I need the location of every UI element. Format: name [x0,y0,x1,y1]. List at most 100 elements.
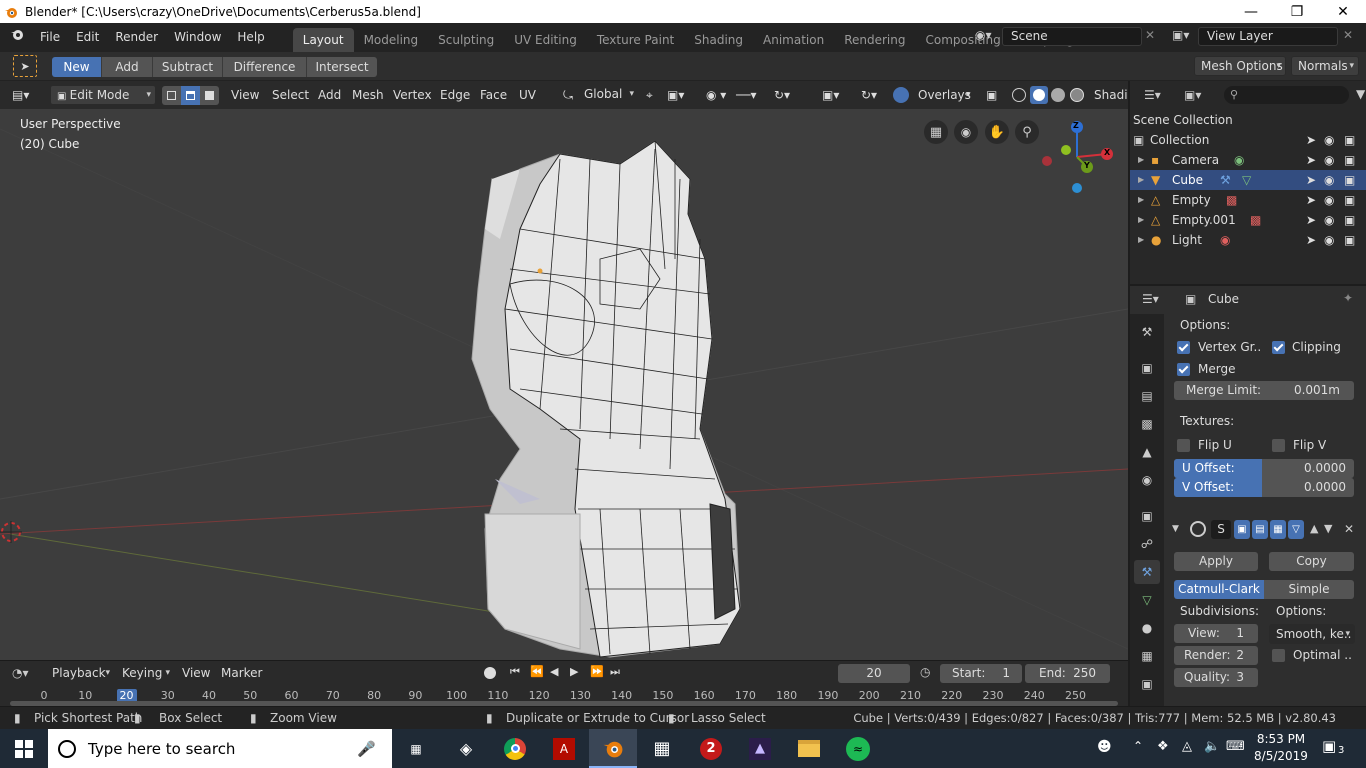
output-tab-icon[interactable]: ▤ [1134,384,1160,408]
expand-arrow-icon[interactable]: ▶ [1138,150,1144,170]
collection-render-icon[interactable]: ▣ [1344,130,1355,150]
transform-orientation-icon[interactable]: ⤿ [563,85,573,105]
keyboard-tray-icon[interactable]: ⌨ [1226,739,1245,754]
texture-tab-icon[interactable]: ▦ [1134,644,1160,668]
expand-arrow-icon[interactable]: ▶ [1138,210,1144,230]
move-up-icon[interactable]: ▲ [1310,522,1318,535]
apply-button[interactable]: Apply [1174,552,1258,571]
taskbar-clock[interactable]: 8:53 PM 8/5/2019 [1252,731,1310,765]
material-shading-icon[interactable] [1051,88,1065,102]
camera-render-icon[interactable]: ▣ [1344,150,1355,170]
menu-render[interactable]: Render [107,23,166,52]
flip-v-checkbox[interactable] [1272,439,1285,452]
u-offset-field[interactable]: U Offset: 0.0000 [1174,459,1354,478]
tool-settings-tab-icon[interactable]: ⚒ [1134,320,1160,344]
microphone-icon[interactable]: 🎤 [357,740,376,758]
windows-start-icon[interactable] [0,729,48,768]
outliner-item-empty[interactable]: ▶ △ Empty ▩ ➤ ◉ ▣ [1130,190,1366,210]
play-reverse-icon[interactable]: ◀ [550,665,558,678]
end-frame-field[interactable]: End: 250 [1025,664,1110,683]
smooth-dropdown[interactable]: Smooth, ke.. ▾ [1269,624,1355,644]
scene-close-icon[interactable]: ✕ [1145,28,1155,42]
auto-keying-icon[interactable] [484,667,496,679]
pan-view-icon[interactable]: ✋ [985,120,1009,144]
camera-select-icon[interactable]: ➤ [1306,150,1316,170]
show-hidden-icons[interactable]: ⌃ [1133,739,1143,753]
outliner-collection[interactable]: ▣ Collection ➤ ◉ ▣ [1130,130,1366,150]
outliner-item-cube[interactable]: ▶ ▼ Cube ⚒ ▽ ➤ ◉ ▣ [1130,170,1366,190]
modifiers-tab-icon[interactable]: ⚒ [1134,560,1160,584]
clipping-checkbox[interactable] [1272,341,1285,354]
properties-editor-icon[interactable]: ☰▾ [1142,292,1159,306]
timeline-editor-icon[interactable]: ◔▾ [12,666,29,680]
render-tab-icon[interactable]: ▣ [1134,356,1160,380]
visibility-icon[interactable]: ↻▾ [774,85,790,105]
cube-render-icon[interactable]: ▣ [1344,170,1355,190]
face-select-icon[interactable] [200,86,219,105]
menu-file[interactable]: File [32,23,68,52]
camera-visibility-icon[interactable]: ◉ [1324,150,1334,170]
show-editmode-icon[interactable]: ▤ [1252,520,1268,539]
outliner-search-input[interactable]: ⚲ [1224,86,1349,104]
proportional-edit-icon[interactable]: ◉ ▾ [706,85,726,105]
bool-intersect-button[interactable]: Intersect [307,57,377,77]
3d-viewport[interactable]: User Perspective (20) Cube ▦ ◉ ✋ ⚲ Z X Y [0,109,1128,660]
minimize-button[interactable]: — [1228,0,1274,23]
scene-tab-icon[interactable]: ▲ [1134,440,1160,464]
menu-window[interactable]: Window [166,23,229,52]
wifi-tray-icon[interactable]: ◬ [1182,739,1192,754]
tab-modeling[interactable]: Modeling [354,28,429,52]
tab-rendering[interactable]: Rendering [834,28,915,52]
remove-modifier-icon[interactable]: ✕ [1344,522,1354,536]
world-tab-icon[interactable]: ◉ [1134,468,1160,492]
outliner-item-camera[interactable]: ▶ ▪ Camera ◉ ➤ ◉ ▣ [1130,150,1366,170]
mesh-options-dropdown[interactable]: Mesh Options ▾ [1194,56,1286,76]
timeline-view-menu[interactable]: View [182,666,210,680]
show-viewport-icon[interactable]: ▦ [1270,520,1286,539]
expand-arrow-icon[interactable]: ▶ [1138,170,1144,190]
bool-new-button[interactable]: New [52,57,102,77]
jump-start-icon[interactable]: ⏮ [510,665,520,679]
file-explorer-icon[interactable] [785,729,833,768]
jump-keyframe-back-icon[interactable]: ⏪ [530,665,544,678]
zoom-view-icon[interactable]: ⚲ [1015,120,1039,144]
menu-add[interactable]: Add [318,85,341,105]
blender-taskbar-icon[interactable] [589,729,637,768]
view-layer-close-icon[interactable]: ✕ [1343,28,1353,42]
tab-texture-paint[interactable]: Texture Paint [587,28,684,52]
empty001-render-icon[interactable]: ▣ [1344,210,1355,230]
constraints-tab-icon[interactable]: ☍ [1134,532,1160,556]
jump-keyframe-forward-icon[interactable]: ⏩ [590,665,604,678]
menu-select[interactable]: Select [272,85,309,105]
toggle-camera-grid-icon[interactable]: ▦ [924,120,948,144]
flip-u-checkbox[interactable] [1177,439,1190,452]
play-icon[interactable]: ▶ [570,665,578,678]
view-layer-icon[interactable]: ▣▾ [1172,28,1189,42]
select-tool-icon[interactable]: ➤ [13,55,37,77]
overlays-caret-icon[interactable]: ▾ [966,85,971,105]
show-render-icon[interactable]: ▽ [1288,520,1304,539]
menu-edit[interactable]: Edit [68,23,107,52]
restore-button[interactable]: ❐ [1274,0,1320,23]
expand-arrow-icon[interactable]: ▶ [1138,190,1144,210]
close-window-button[interactable]: ✕ [1320,0,1366,23]
expand-arrow-icon[interactable]: ▶ [1138,230,1144,250]
calculator-app-icon[interactable]: ▦ [638,729,686,768]
blender-menu-icon[interactable] [0,23,32,52]
menu-view[interactable]: View [231,85,259,105]
vertex-groups-checkbox[interactable] [1177,341,1190,354]
tab-uv-editing[interactable]: UV Editing [504,28,587,52]
keying-dropdown[interactable]: Keying ▾ [116,664,174,684]
preview-range-icon[interactable]: ◷ [920,665,930,679]
collection-visibility-icon[interactable]: ◉ [1324,130,1334,150]
material-tab-icon[interactable]: ● [1134,616,1160,640]
current-frame-field[interactable]: 20 [838,664,910,683]
outliner-scene-collection[interactable]: Scene Collection [1130,110,1366,130]
spotify-app-icon[interactable]: ≈ [834,729,882,768]
tab-animation[interactable]: Animation [753,28,834,52]
outliner-item-light[interactable]: ▶ ● Light ◉ ➤ ◉ ▣ [1130,230,1366,250]
snap-icon[interactable]: ▣▾ [667,85,684,105]
menu-uv[interactable]: UV [519,85,536,105]
move-down-icon[interactable]: ▼ [1324,522,1332,535]
normals-dropdown[interactable]: Normals ▾ [1291,56,1359,76]
